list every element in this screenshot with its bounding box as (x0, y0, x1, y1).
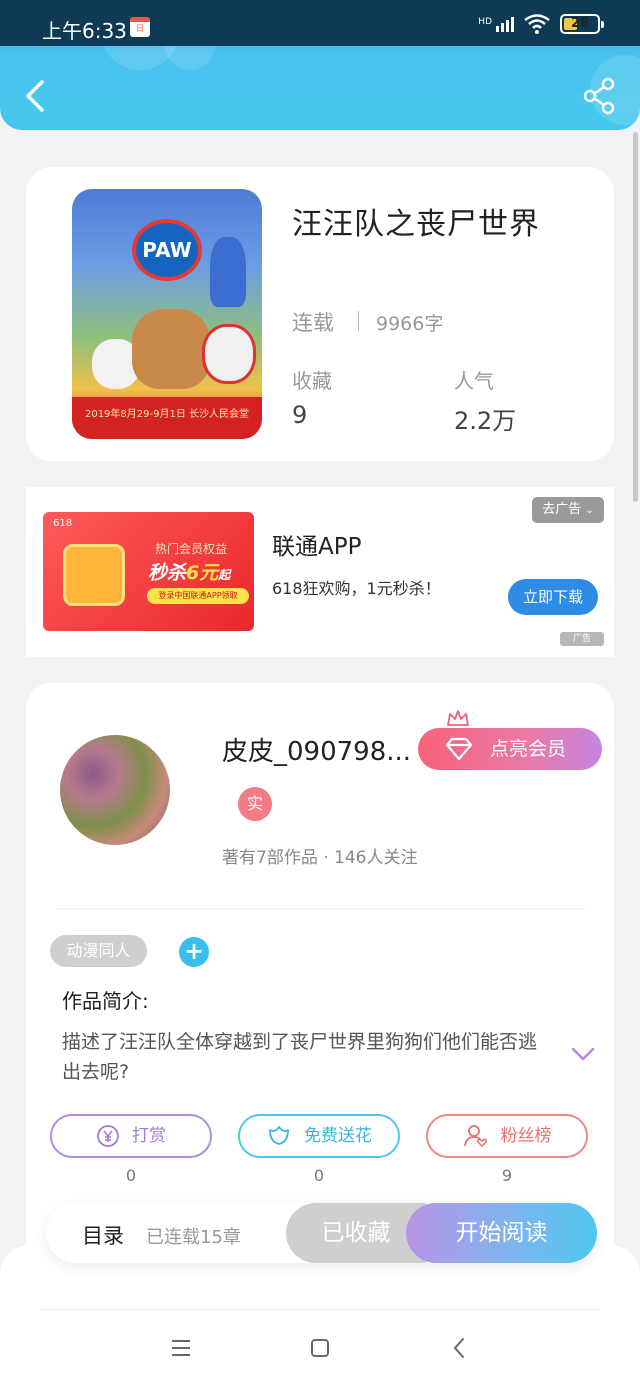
diamond-icon (445, 737, 473, 761)
author-meta: 著有7部作品 · 146人关注 (222, 848, 418, 868)
favorited-button[interactable]: 已收藏 (286, 1203, 426, 1263)
intro-title: 作品简介: (62, 989, 149, 1013)
calendar-icon: 日 (130, 17, 150, 37)
divider (40, 1309, 600, 1310)
add-tag-button[interactable]: + (179, 937, 209, 967)
intro-text: 描述了汪汪队全体穿越到了丧尸世界里狗狗们他们能否逃出去呢? (62, 1031, 538, 1083)
cover-date-banner: 2019年8月29-9月1日 长沙人民会堂 (72, 397, 262, 439)
chevron-down-icon: ⌄ (585, 505, 594, 516)
ad-image-line1: 热门会员权益 (155, 542, 228, 556)
status-time: 上午6:33 (42, 19, 127, 43)
flower-icon (269, 1126, 289, 1145)
category-tag[interactable]: 动漫同人 (50, 935, 147, 967)
book-status: 连载 (292, 311, 334, 335)
nav-back-icon[interactable] (446, 1334, 474, 1362)
share-button[interactable] (582, 76, 618, 116)
ad-title: 联通APP (272, 534, 362, 560)
cover-figure (202, 324, 256, 384)
status-bar: 上午6:33 日 HD 28 (0, 0, 640, 46)
word-count: 9966字 (376, 313, 444, 335)
chapter-count[interactable]: 已连载15章 (146, 1223, 241, 1249)
book-info-card: PAW 2019年8月29-9月1日 长沙人民会堂 汪汪队之丧尸世界 连载 99… (26, 167, 614, 461)
fans-count: 9 (501, 1166, 513, 1185)
vip-button[interactable]: 点亮会员 (418, 728, 602, 770)
menu-icon[interactable] (167, 1334, 195, 1362)
book-cover[interactable]: PAW 2019年8月29-9月1日 长沙人民会堂 (72, 189, 262, 439)
bottom-sheet (0, 1245, 640, 1387)
start-reading-button[interactable]: 开始阅读 (406, 1203, 597, 1263)
network-icon: HD (478, 16, 514, 32)
cover-logo: PAW (132, 219, 202, 281)
avatar[interactable] (60, 735, 170, 845)
stat-favorites-value: 9 (292, 401, 308, 429)
divider (358, 311, 359, 331)
ad-image-line2: 秒杀6元起 (148, 562, 231, 584)
reading-action-bar: 目录 已连载15章 已收藏 开始阅读 (46, 1203, 597, 1263)
back-button[interactable] (20, 76, 50, 116)
yen-coin-icon (97, 1125, 119, 1147)
battery-icon: 28 (560, 14, 604, 34)
remove-ad-button[interactable]: 去广告 ⌄ (532, 497, 604, 523)
reward-count: 0 (125, 1166, 137, 1185)
ad-banner[interactable]: 618 热门会员权益 秒杀6元起 登录中国联通APP领取 联通APP 618狂欢… (26, 487, 614, 657)
ad-download-button[interactable]: 立即下载 (508, 579, 598, 615)
user-heart-icon (463, 1125, 487, 1148)
stat-popularity-value: 2.2万 (454, 407, 517, 435)
send-flower-button[interactable]: 免费送花 (238, 1114, 400, 1158)
flower-count: 0 (313, 1166, 325, 1185)
wifi-icon (524, 14, 550, 34)
ad-mark-badge: 广告 (560, 632, 604, 646)
stat-popularity-label: 人气 (454, 369, 494, 393)
stat-favorites-label: 收藏 (292, 369, 332, 393)
reward-button[interactable]: 打赏 (50, 1114, 212, 1158)
book-title: 汪汪队之丧尸世界 (292, 207, 540, 242)
ad-image[interactable]: 618 热门会员权益 秒杀6元起 登录中国联通APP领取 (43, 512, 254, 631)
toc-button[interactable]: 目录 (82, 1220, 124, 1250)
scrollbar[interactable] (633, 132, 638, 502)
cover-figure (132, 309, 210, 389)
ad-image-line3: 登录中国联通APP领取 (147, 588, 249, 604)
chevron-down-icon[interactable] (570, 1045, 596, 1063)
cover-figure (210, 237, 246, 307)
system-icons: HD 28 (478, 14, 604, 34)
divider (56, 908, 586, 909)
fans-ranking-button[interactable]: 粉丝榜 (426, 1114, 588, 1158)
gift-box-icon (63, 544, 125, 606)
ad-description: 618狂欢购，1元秒杀！ (272, 579, 441, 598)
author-name[interactable]: 皮皮_090798... (222, 731, 422, 768)
verified-badge: 实 (238, 787, 272, 821)
crown-icon (447, 710, 469, 726)
home-icon[interactable] (306, 1334, 334, 1362)
vip-button-label: 点亮会员 (490, 738, 567, 760)
ad-image-tag: 618 (53, 518, 73, 529)
